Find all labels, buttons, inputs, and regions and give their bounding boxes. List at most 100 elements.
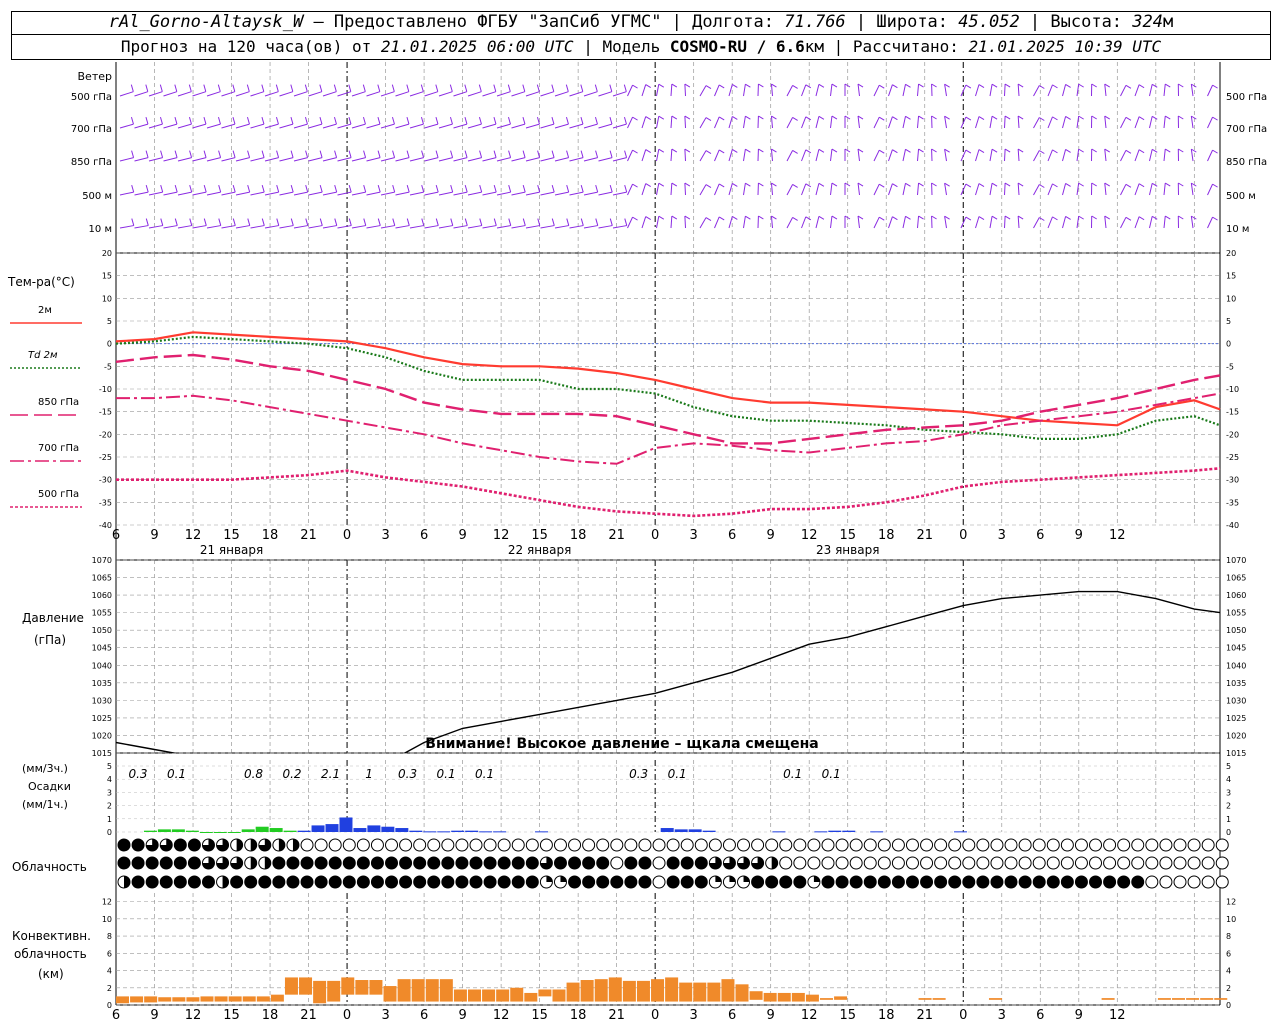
wind-barb-feather (918, 148, 924, 153)
cloud-symbol (610, 856, 624, 870)
wind-barb (641, 84, 647, 97)
cloud-symbol (1201, 856, 1215, 870)
wind-barb (221, 123, 236, 129)
wind-barb (1207, 116, 1214, 129)
wind-barb-feather (188, 117, 192, 125)
cloud-fill-full (455, 876, 468, 888)
bottom-hour-label: 9 (1075, 1008, 1083, 1023)
wind-barb (279, 91, 293, 97)
wind-barb (467, 123, 482, 129)
wind-barb (801, 216, 807, 229)
wind-barb-feather (189, 218, 193, 226)
wind-barb-feather (718, 183, 725, 188)
cloud-symbol (1187, 856, 1201, 870)
precip-ytick-right: 5 (1226, 762, 1231, 771)
cloud-symbol (399, 838, 413, 852)
wind-barb (569, 91, 583, 97)
cloud-fill-partial (292, 839, 299, 851)
precip-unit-1h: (мм/1ч.) (22, 798, 68, 811)
wind-barb (569, 123, 584, 129)
wind-barb-feather (145, 84, 149, 92)
cloud-symbol (835, 838, 849, 852)
wind-barb-feather (684, 115, 691, 120)
wind-barb (670, 182, 673, 196)
cloud-fill-full (371, 857, 384, 869)
cloud-symbol (511, 838, 525, 852)
wind-barb-feather (493, 218, 497, 226)
wind-barb-feather (978, 183, 985, 187)
wind-barb (134, 191, 149, 196)
wind-barb-feather (705, 217, 712, 222)
wind-barb-feather (965, 84, 972, 89)
cloud-symbol (1159, 856, 1173, 870)
wind-barb (322, 91, 337, 97)
conv-ytick-right: 0 (1226, 1001, 1231, 1010)
convective-bar (820, 998, 833, 1000)
wind-barb-feather (1125, 216, 1132, 221)
wind-barb (1033, 85, 1040, 97)
wind-barb-feather (658, 148, 665, 153)
wind-barb (569, 157, 584, 162)
wind-barb (380, 91, 395, 97)
cloud-fill-full (850, 876, 863, 888)
cloud-symbol (821, 838, 835, 852)
wind-barb (206, 225, 221, 229)
cloud-fill-full (132, 876, 145, 888)
wind-barb-feather (623, 84, 627, 92)
wind-barb (1134, 216, 1140, 229)
bottom-hour-label: 9 (458, 1008, 466, 1023)
precip-bar (660, 828, 674, 832)
cloud-fill-full (878, 876, 891, 888)
cloud-symbol (737, 838, 751, 852)
precip-ytick-right: 2 (1226, 802, 1231, 811)
wind-barb (888, 183, 893, 196)
wind-barb (482, 91, 496, 97)
wind-barb-feather (247, 184, 251, 193)
wind-barb-feather (261, 117, 265, 125)
cloud-symbol (328, 838, 342, 852)
precip-bar (870, 831, 884, 833)
wind-barb-feather (203, 150, 207, 158)
wind-barb-feather (217, 84, 221, 92)
wind-barb-feather (792, 183, 798, 188)
wind-barb-feather (623, 117, 627, 125)
wind-barb-feather (1212, 216, 1218, 221)
temp-ytick-right: -25 (1226, 453, 1239, 462)
wind-barb (670, 215, 673, 229)
wind-barb (482, 191, 497, 196)
cloud-symbol (1004, 856, 1018, 870)
convective-bar (242, 996, 256, 1002)
wind-barb (322, 191, 337, 196)
wind-barb (482, 123, 497, 129)
temp-ytick-right: -40 (1226, 521, 1239, 530)
cloud-fill-full (667, 876, 680, 888)
cloud-symbol (976, 856, 990, 870)
wind-barb-feather (580, 117, 584, 125)
wind-barb-feather (479, 218, 483, 226)
wind-barb (612, 91, 627, 97)
cloud-symbol (1187, 875, 1201, 889)
cloud-fill-full (413, 876, 426, 888)
precip-total-label: 0.3 (398, 767, 417, 781)
convective-bar (144, 996, 158, 1003)
wind-barb (264, 191, 279, 196)
wind-level-label: 500 гПа (71, 92, 112, 103)
wind-barb (902, 216, 906, 229)
wind-barb-feather (160, 184, 164, 193)
wind-barb-feather (918, 215, 924, 220)
wind-barb-feather (261, 218, 265, 226)
cloud-fill-full (301, 876, 314, 888)
wind-barb-feather (745, 182, 751, 187)
wind-barb-feather (131, 218, 135, 226)
wind-barb (1163, 84, 1166, 97)
wind-barb-feather (334, 218, 338, 226)
cloud-fill-full (822, 876, 834, 888)
wind-barb (119, 225, 134, 229)
cloud-symbol (1074, 856, 1088, 870)
wind-barb-feather (1078, 148, 1084, 153)
wind-barb-feather (319, 184, 323, 193)
convective-bar (200, 996, 214, 1002)
bottom-hour-label: 21 (608, 1008, 625, 1023)
wind-barb (1017, 115, 1020, 129)
wind-barb-feather (684, 83, 691, 88)
